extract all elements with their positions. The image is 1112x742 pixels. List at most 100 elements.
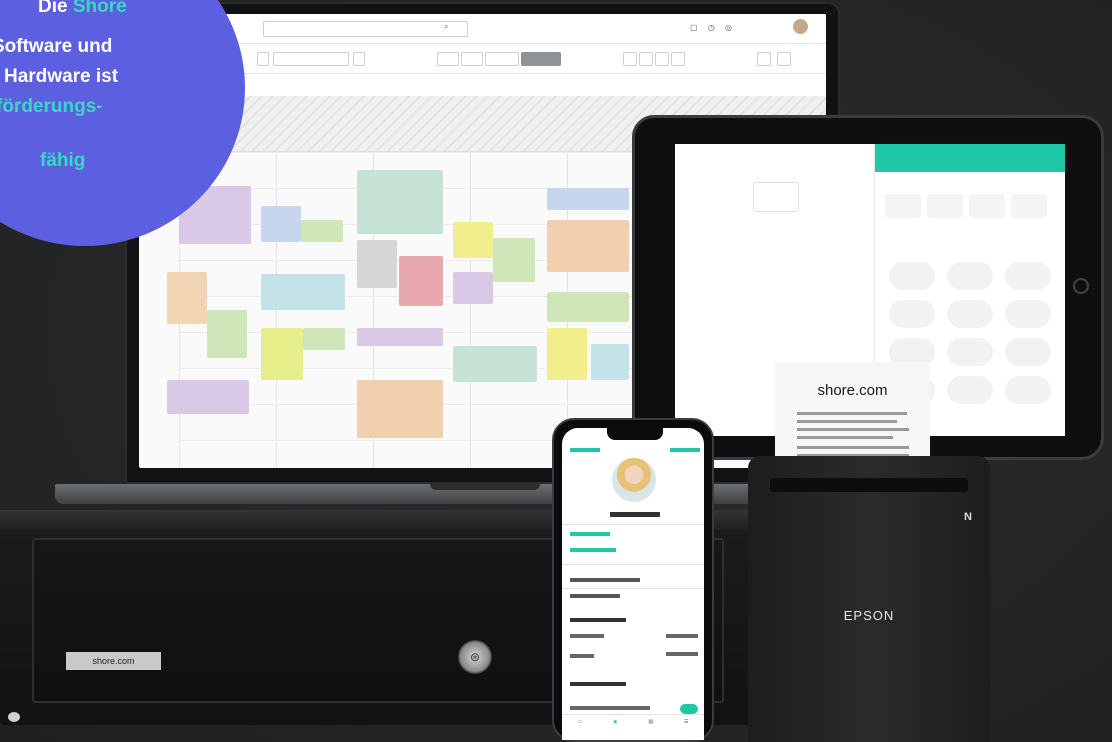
printer-brand: EPSON	[843, 608, 895, 623]
funding-badge-text: Die Shore Software und Hardware ist förd…	[0, 0, 245, 246]
payment-method-voucher[interactable]	[1011, 194, 1047, 218]
prev-button[interactable]	[257, 52, 269, 66]
printer-slot	[770, 478, 968, 492]
keypad-key[interactable]	[947, 300, 993, 328]
keypad-key[interactable]	[889, 300, 935, 328]
edit-link[interactable]	[670, 448, 700, 452]
badge-line-3: Hardware ist	[4, 66, 119, 87]
calendar-event[interactable]	[167, 272, 207, 324]
day-header	[395, 74, 503, 96]
day-header	[502, 74, 610, 96]
drawer-brand-label: shore.com	[66, 652, 161, 670]
receipt-title: shore.com	[817, 382, 888, 399]
receipt-line	[797, 420, 897, 423]
keypad-key[interactable]	[1005, 300, 1051, 328]
day-header	[287, 74, 395, 96]
nav-item[interactable]: ▭	[562, 715, 598, 740]
list-item[interactable]	[570, 594, 620, 598]
calendar-event[interactable]	[301, 220, 343, 242]
date-range-picker[interactable]	[273, 52, 349, 66]
keypad-key[interactable]	[1005, 376, 1051, 404]
calendar-event[interactable]	[207, 310, 247, 358]
keypad-key[interactable]	[1005, 338, 1051, 366]
view-month-button[interactable]	[521, 52, 561, 66]
print-button[interactable]	[639, 52, 653, 66]
badge-line-5: fähig	[40, 150, 86, 171]
nav-item[interactable]: ◉	[598, 715, 634, 740]
payment-method-card[interactable]	[927, 194, 963, 218]
divider	[562, 588, 704, 589]
settings-button[interactable]	[671, 52, 685, 66]
card-icon	[753, 182, 799, 212]
section-title	[570, 618, 626, 622]
filter-button[interactable]	[623, 52, 637, 66]
calendar-event[interactable]	[399, 256, 443, 306]
section-title	[570, 682, 626, 686]
keypad-key[interactable]	[889, 262, 935, 290]
receipt-line	[797, 428, 909, 431]
funnel-icon[interactable]	[757, 52, 771, 66]
list-item	[570, 634, 604, 638]
lock-icon: ⊛	[458, 640, 492, 674]
customer-profile-screen: ▭ ◉ ▤ ☰	[562, 428, 704, 740]
calendar-event[interactable]	[357, 170, 443, 234]
calendar-event[interactable]	[591, 344, 629, 380]
customer-phone[interactable]	[570, 548, 616, 552]
badge-text-shore: Shore	[72, 0, 127, 17]
customer-name	[610, 512, 660, 517]
list-item	[570, 654, 594, 658]
calendar-event[interactable]	[453, 272, 493, 304]
list-item	[666, 652, 698, 656]
user-menu[interactable]	[793, 19, 808, 34]
day-header	[718, 74, 826, 96]
calendar-event[interactable]	[453, 346, 537, 382]
pay-header[interactable]	[875, 144, 1065, 172]
product-scene: ⌕ ▢ ◷ ◎ shore.com ⊛ shore.com N EPSON ▭ …	[0, 0, 1112, 742]
receipt-line	[797, 412, 907, 415]
payment-method-wallet[interactable]	[969, 194, 1005, 218]
calendar-event[interactable]	[261, 328, 303, 380]
calendar-event[interactable]	[493, 238, 535, 282]
nfc-icon: N	[964, 511, 972, 523]
export-button[interactable]	[655, 52, 669, 66]
notification-toggle[interactable]	[680, 704, 698, 714]
calendar-event[interactable]	[547, 328, 587, 380]
nav-item[interactable]: ▤	[633, 715, 669, 740]
list-item	[570, 706, 650, 710]
next-button[interactable]	[353, 52, 365, 66]
search-input[interactable]	[263, 21, 468, 37]
calendar-event[interactable]	[357, 328, 443, 346]
calendar-event[interactable]	[453, 222, 493, 258]
drawer-foot	[8, 712, 20, 722]
avatar	[793, 19, 808, 34]
calendar-event[interactable]	[547, 220, 629, 272]
calendar-event[interactable]	[303, 328, 345, 350]
calendar-event[interactable]	[261, 206, 301, 242]
list-item	[570, 578, 640, 582]
customer-email[interactable]	[570, 532, 610, 536]
calendar-event[interactable]	[547, 292, 629, 322]
nav-item[interactable]: ☰	[669, 715, 705, 740]
refresh-icon[interactable]	[777, 52, 791, 66]
phone-notch	[607, 428, 663, 440]
divider	[562, 564, 704, 565]
calendar-event[interactable]	[547, 188, 629, 210]
calendar-event[interactable]	[261, 274, 345, 310]
calendar-event[interactable]	[357, 240, 397, 288]
view-week-button[interactable]	[485, 52, 519, 66]
badge-line-1: Die Shore	[38, 0, 127, 18]
view-3day-button[interactable]	[461, 52, 483, 66]
payment-method-cash[interactable]	[885, 194, 921, 218]
keypad-key[interactable]	[1005, 262, 1051, 290]
calendar-event[interactable]	[167, 380, 249, 414]
view-day-button[interactable]	[437, 52, 459, 66]
keypad-key[interactable]	[947, 376, 993, 404]
keypad-key[interactable]	[947, 338, 993, 366]
smartphone: ▭ ◉ ▤ ☰	[552, 418, 714, 742]
keypad-key[interactable]	[947, 262, 993, 290]
camera-icon	[1073, 278, 1089, 294]
bottom-nav: ▭ ◉ ▤ ☰	[562, 714, 704, 740]
back-link[interactable]	[570, 448, 600, 452]
calendar-event[interactable]	[357, 380, 443, 438]
avatar	[612, 458, 656, 502]
